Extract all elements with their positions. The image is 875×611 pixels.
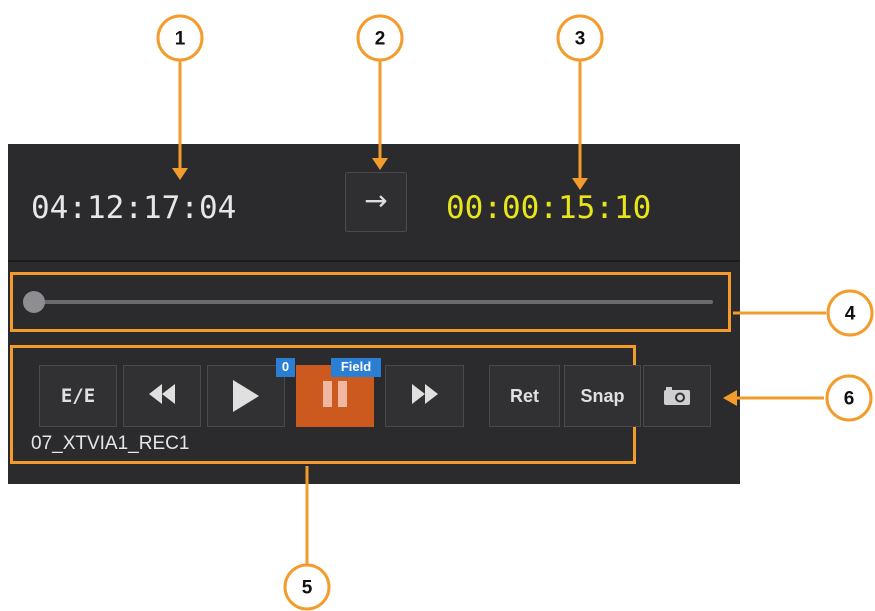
snap-button[interactable]: Snap (564, 365, 641, 427)
field-badge: Field (331, 358, 381, 377)
player-panel: 04:12:17:04 → 00:00:15:10 E/E Ret Snap 0… (8, 144, 740, 484)
rewind-icon (149, 383, 175, 409)
callout-number-1: 1 (175, 29, 186, 50)
return-button[interactable]: Ret (489, 365, 560, 427)
camera-icon (664, 387, 690, 405)
snapshot-button[interactable] (643, 365, 711, 427)
fast-forward-button[interactable] (385, 365, 464, 427)
direction-toggle-button[interactable]: → (345, 172, 407, 232)
callout-circle-3 (556, 14, 604, 62)
callout-number-5: 5 (302, 578, 313, 599)
callout-number-4: 4 (845, 304, 856, 325)
play-icon (233, 380, 259, 412)
callout-number-6: 6 (844, 389, 855, 410)
scrubber-track[interactable] (33, 300, 713, 304)
callout-circle-6 (825, 374, 873, 422)
callout-number-3: 3 (575, 29, 586, 50)
play-button[interactable] (207, 365, 285, 427)
fast-forward-icon (411, 383, 438, 409)
clip-name: 07_XTVIA1_REC1 (31, 433, 190, 454)
ee-button[interactable]: E/E (39, 365, 117, 427)
speed-badge: 0 (276, 358, 295, 377)
scrubber-handle[interactable] (23, 291, 45, 313)
callout-circle-5 (283, 563, 331, 611)
rewind-button[interactable] (123, 365, 201, 427)
scrubber-highlight (10, 272, 731, 332)
current-timecode: 04:12:17:04 (31, 190, 237, 226)
remaining-timecode: 00:00:15:10 (446, 190, 652, 226)
pause-icon (320, 380, 350, 412)
timecode-bar: 04:12:17:04 → 00:00:15:10 (8, 144, 740, 262)
callout-circle-4 (826, 289, 874, 337)
callout-circle-2 (356, 14, 404, 62)
callout-number-2: 2 (375, 29, 386, 50)
callout-circle-1 (156, 14, 204, 62)
